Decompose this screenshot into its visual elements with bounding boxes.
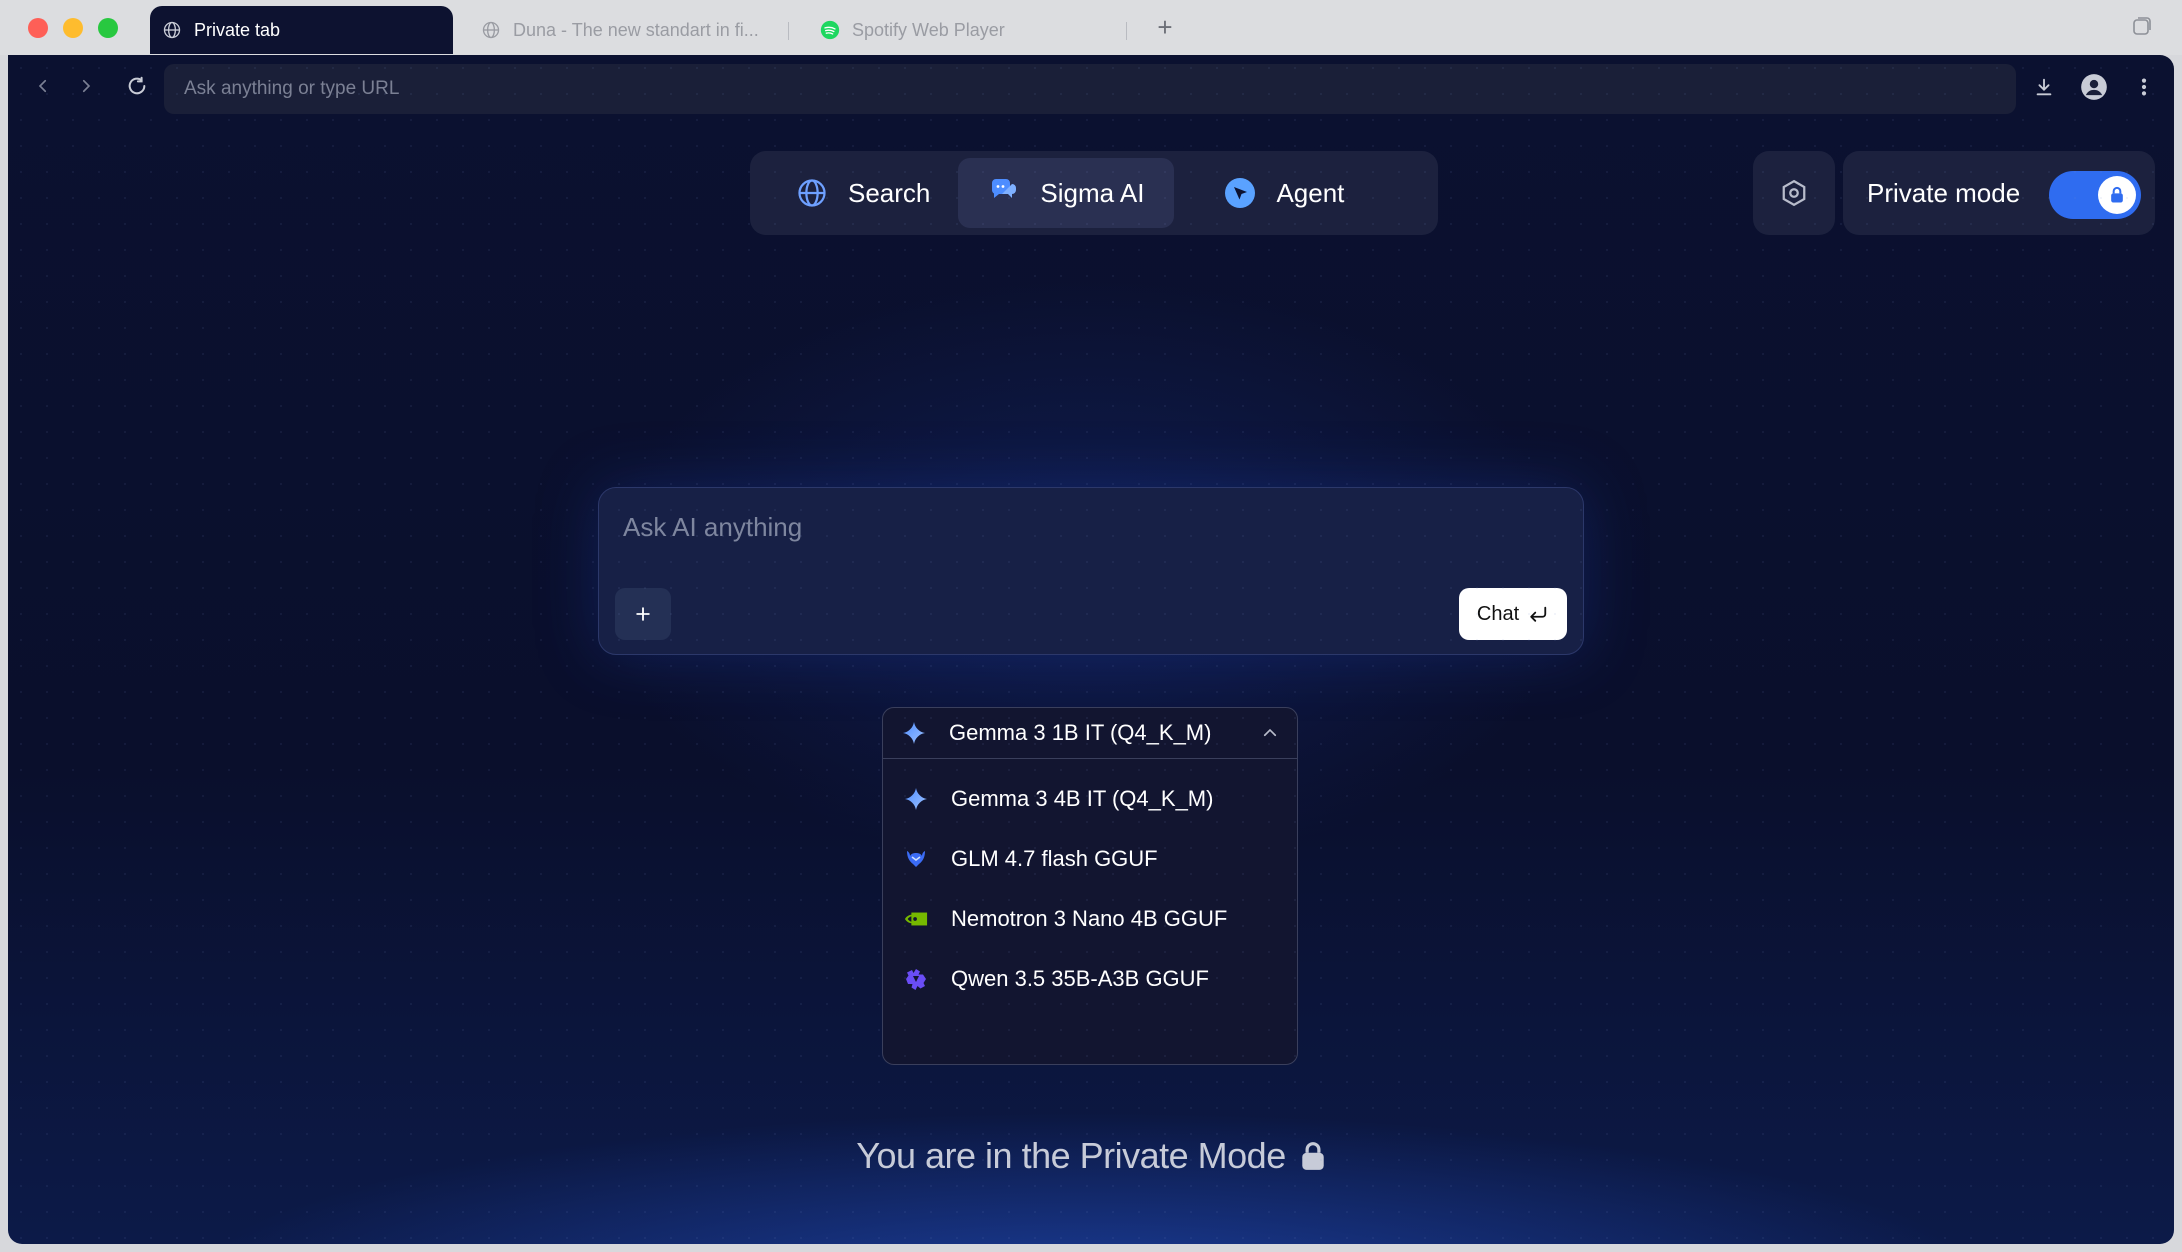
ai-chat-box: Chat (598, 487, 1584, 655)
sidebar-toggle-icon[interactable] (2130, 14, 2156, 40)
address-input[interactable] (182, 77, 1986, 101)
glm-icon (903, 846, 929, 872)
settings-button[interactable] (1753, 151, 1835, 235)
globe-icon (481, 20, 501, 40)
back-button[interactable] (28, 71, 58, 101)
enter-key-icon (1527, 604, 1549, 624)
lock-icon (2098, 176, 2136, 214)
forward-button[interactable] (71, 71, 101, 101)
model-option-nemotron-3-nano[interactable]: Nemotron 3 Nano 4B GGUF (883, 889, 1297, 949)
lock-icon (1300, 1141, 1326, 1171)
reload-button[interactable] (122, 71, 152, 101)
agent-cursor-icon (1224, 177, 1256, 209)
mode-search-button[interactable]: Search (756, 158, 958, 228)
tab-divider (1126, 22, 1127, 40)
plus-icon (636, 607, 650, 621)
download-icon[interactable] (2028, 71, 2060, 103)
mode-label: Sigma AI (1040, 177, 1145, 208)
qwen-icon (903, 966, 929, 992)
mode-sigma-ai-button[interactable]: Sigma AI (958, 158, 1175, 228)
private-mode-message: You are in the Private Mode (8, 1135, 2174, 1177)
new-tab-button[interactable]: + (1150, 12, 1180, 42)
menu-more-icon[interactable] (2128, 71, 2160, 103)
private-mode-label: Private mode (1867, 177, 2021, 208)
model-option-gemma-3-4b[interactable]: Gemma 3 4B IT (Q4_K_M) (883, 769, 1297, 829)
settings-hexagon-icon (1782, 179, 1806, 207)
globe-icon (162, 20, 182, 40)
profile-avatar-icon[interactable] (2078, 71, 2110, 103)
private-mode-message-text: You are in the Private Mode (856, 1135, 1286, 1176)
chevron-up-icon (1261, 724, 1279, 742)
tab-private[interactable]: Private tab (150, 6, 453, 54)
maximize-window-button[interactable] (98, 18, 118, 38)
model-option-qwen-3-5[interactable]: Qwen 3.5 35B-A3B GGUF (883, 949, 1297, 1009)
minimize-window-button[interactable] (63, 18, 83, 38)
ai-prompt-input[interactable] (621, 510, 1525, 564)
tab-duna[interactable]: Duna - The new standart in fi... (481, 6, 781, 54)
tab-title: Spotify Web Player (852, 19, 1005, 40)
mode-agent-button[interactable]: Agent (1174, 158, 1374, 228)
tab-strip: Private tab Duna - The new standart in f… (0, 0, 2182, 55)
nvidia-icon (903, 906, 929, 932)
browser-window: Search Sigma AI Agent Private mode (8, 55, 2174, 1244)
mode-switcher: Search Sigma AI Agent (750, 151, 1438, 235)
mode-label: Agent (1276, 177, 1345, 208)
chat-submit-button[interactable]: Chat (1459, 588, 1567, 640)
model-option-label: Gemma 3 4B IT (Q4_K_M) (951, 786, 1214, 811)
spotify-icon (820, 20, 840, 40)
tab-title: Duna - The new standart in fi... (513, 19, 759, 40)
address-bar[interactable] (164, 64, 2016, 114)
toolbar (8, 55, 2174, 117)
model-option-label: GLM 4.7 flash GGUF (951, 846, 1158, 871)
attach-button[interactable] (615, 588, 671, 640)
model-option-label: Nemotron 3 Nano 4B GGUF (951, 906, 1228, 931)
tab-spotify[interactable]: Spotify Web Player (820, 6, 1120, 54)
close-window-button[interactable] (28, 18, 48, 38)
tab-title: Private tab (194, 19, 281, 40)
model-selector-value: Gemma 3 1B IT (Q4_K_M) (949, 720, 1212, 745)
model-option-label: Qwen 3.5 35B-A3B GGUF (951, 966, 1209, 991)
private-mode-toggle[interactable] (2049, 171, 2141, 219)
model-selector-dropdown: Gemma 3 1B IT (Q4_K_M) Gemma 3 4B IT (Q4… (882, 707, 1298, 1065)
model-options-list: Gemma 3 4B IT (Q4_K_M) GLM 4.7 flash GGU… (883, 759, 1297, 1009)
tab-divider (788, 22, 789, 40)
gemma-sparkle-icon (901, 720, 927, 746)
chat-submit-label: Chat (1476, 602, 1520, 625)
model-option-glm-4-7[interactable]: GLM 4.7 flash GGUF (883, 829, 1297, 889)
private-mode-control: Private mode (1843, 151, 2155, 235)
chat-bubbles-icon (988, 177, 1020, 209)
model-selector-current[interactable]: Gemma 3 1B IT (Q4_K_M) (883, 708, 1297, 759)
globe-icon (796, 177, 828, 209)
mode-label: Search (848, 177, 931, 208)
gemma-sparkle-icon (903, 786, 929, 812)
